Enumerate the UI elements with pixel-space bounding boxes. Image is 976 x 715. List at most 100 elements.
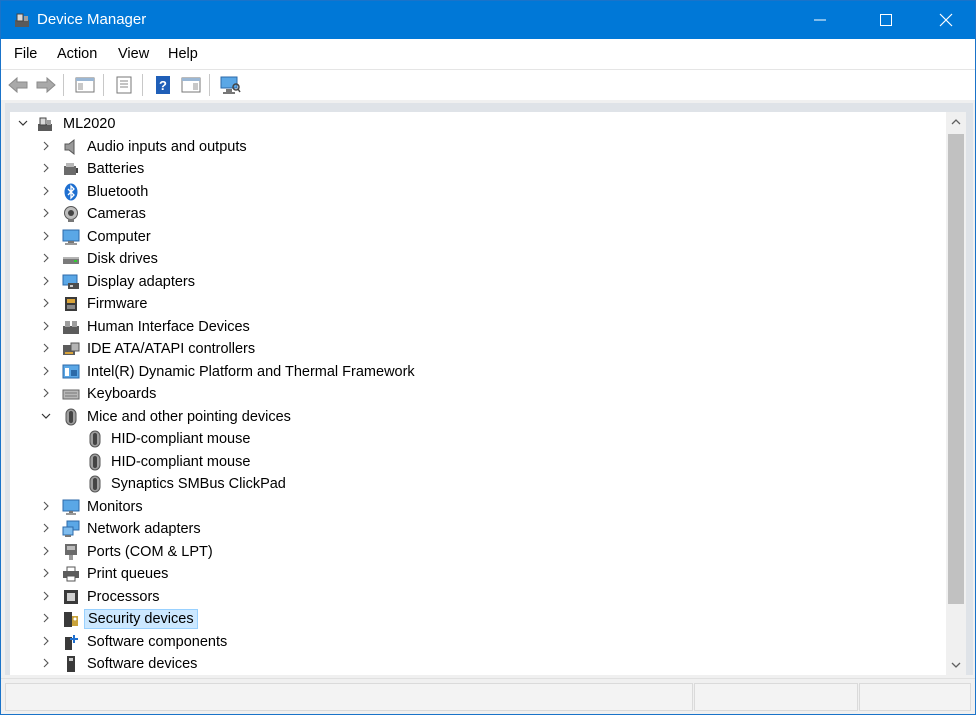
minimize-icon xyxy=(814,19,826,21)
menu-view[interactable]: View xyxy=(118,46,149,62)
chevron-right-icon[interactable] xyxy=(41,568,51,578)
chevron-right-icon[interactable] xyxy=(41,523,51,533)
minimize-button[interactable] xyxy=(797,1,843,39)
tree-item-label: Firmware xyxy=(87,296,148,312)
tree-item-ide-controllers[interactable]: IDE ATA/ATAPI controllers xyxy=(10,338,946,360)
tree-item-label: Cameras xyxy=(87,206,146,222)
menu-file[interactable]: File xyxy=(14,46,37,62)
tree-item-thermal-framework[interactable]: Intel(R) Dynamic Platform and Thermal Fr… xyxy=(10,361,946,383)
chevron-down-icon[interactable] xyxy=(41,411,51,421)
tree-item-firmware[interactable]: Firmware xyxy=(10,293,946,315)
scroll-down-icon[interactable] xyxy=(951,660,961,670)
tree-child-synaptics-clickpad[interactable]: Synaptics SMBus ClickPad xyxy=(10,473,946,495)
menu-help[interactable]: Help xyxy=(168,46,198,62)
tree-item-display-adapters[interactable]: Display adapters xyxy=(10,271,946,293)
toolbar-separator xyxy=(63,74,64,96)
tree-item-monitors[interactable]: Monitors xyxy=(10,496,946,518)
computer-root-icon xyxy=(38,117,52,131)
chevron-right-icon[interactable] xyxy=(41,163,51,173)
tree-root-label: ML2020 xyxy=(63,116,116,132)
tree-item-label: Print queues xyxy=(87,566,169,582)
tree-child-hid-mouse-1[interactable]: HID-compliant mouse xyxy=(10,428,946,450)
tree-item-batteries[interactable]: Batteries xyxy=(10,158,946,180)
chevron-right-icon[interactable] xyxy=(41,636,51,646)
properties-icon xyxy=(116,76,132,94)
tree-item-cameras[interactable]: Cameras xyxy=(10,203,946,225)
chevron-right-icon[interactable] xyxy=(41,276,51,286)
tree-item-hid[interactable]: Human Interface Devices xyxy=(10,316,946,338)
chevron-right-icon[interactable] xyxy=(41,613,51,623)
title-bar: Device Manager xyxy=(1,1,975,39)
action-pane-button[interactable] xyxy=(179,73,203,97)
help-button[interactable]: ? xyxy=(151,73,175,97)
tree-item-label: Mice and other pointing devices xyxy=(87,409,291,425)
close-button[interactable] xyxy=(923,1,969,39)
chevron-right-icon[interactable] xyxy=(41,591,51,601)
forward-button[interactable] xyxy=(34,73,58,97)
tree-item-software-devices[interactable]: Software devices xyxy=(10,653,946,675)
chevron-right-icon[interactable] xyxy=(41,658,51,668)
thermal-framework-icon xyxy=(62,364,80,379)
mouse-icon xyxy=(89,453,101,471)
status-cell-tertiary xyxy=(859,683,971,711)
tree-item-label: Computer xyxy=(87,229,151,245)
tree-item-print-queues[interactable]: Print queues xyxy=(10,563,946,585)
tree-child-hid-mouse-2[interactable]: HID-compliant mouse xyxy=(10,451,946,473)
toolbar: ? xyxy=(1,69,975,100)
status-bar xyxy=(1,678,975,714)
tree-item-label: Monitors xyxy=(87,499,143,515)
maximize-button[interactable] xyxy=(863,1,909,39)
chevron-down-icon[interactable] xyxy=(18,118,28,128)
tree-item-software-components[interactable]: Software components xyxy=(10,631,946,653)
chevron-right-icon[interactable] xyxy=(41,208,51,218)
tree-item-ports[interactable]: Ports (COM & LPT) xyxy=(10,541,946,563)
processor-icon xyxy=(64,590,78,604)
scan-hardware-button[interactable] xyxy=(218,73,242,97)
show-hide-console-tree-button[interactable] xyxy=(73,73,97,97)
vertical-scrollbar[interactable] xyxy=(946,112,966,675)
hid-icon xyxy=(63,321,79,334)
properties-button[interactable] xyxy=(112,73,136,97)
chevron-right-icon[interactable] xyxy=(41,321,51,331)
status-cell-secondary xyxy=(694,683,858,711)
tree-item-keyboards[interactable]: Keyboards xyxy=(10,383,946,405)
chevron-right-icon[interactable] xyxy=(41,253,51,263)
scroll-up-icon[interactable] xyxy=(951,117,961,127)
tree-item-label: Bluetooth xyxy=(87,184,149,200)
tree-item-processors[interactable]: Processors xyxy=(10,586,946,608)
chevron-right-icon[interactable] xyxy=(41,298,51,308)
chevron-right-icon[interactable] xyxy=(41,501,51,511)
tree-item-network-adapters[interactable]: Network adapters xyxy=(10,518,946,540)
back-icon xyxy=(8,76,28,94)
mouse-icon xyxy=(89,430,101,448)
chevron-right-icon[interactable] xyxy=(41,141,51,151)
maximize-icon xyxy=(880,14,892,26)
security-device-icon xyxy=(64,612,78,627)
camera-icon xyxy=(64,206,78,222)
chevron-right-icon[interactable] xyxy=(41,231,51,241)
tree-item-security-devices[interactable]: Security devices xyxy=(10,608,946,630)
chevron-right-icon[interactable] xyxy=(41,186,51,196)
chevron-right-icon[interactable] xyxy=(41,343,51,353)
tree-root[interactable]: ML2020 xyxy=(10,113,946,135)
tree-item-mice[interactable]: Mice and other pointing devices xyxy=(10,406,946,428)
software-device-icon xyxy=(67,656,75,672)
firmware-icon xyxy=(65,297,77,311)
device-manager-icon xyxy=(15,13,29,27)
device-tree[interactable]: ML2020 Audio inputs and outputs Batterie… xyxy=(10,112,946,675)
tree-child-label: HID-compliant mouse xyxy=(111,454,251,470)
tree-item-audio[interactable]: Audio inputs and outputs xyxy=(10,136,946,158)
menu-action[interactable]: Action xyxy=(57,46,97,62)
chevron-right-icon[interactable] xyxy=(41,546,51,556)
chevron-right-icon[interactable] xyxy=(41,388,51,398)
tree-item-computer[interactable]: Computer xyxy=(10,226,946,248)
tree-child-label: Synaptics SMBus ClickPad xyxy=(111,476,286,492)
toolbar-separator xyxy=(209,74,210,96)
tree-item-bluetooth[interactable]: Bluetooth xyxy=(10,181,946,203)
scrollbar-thumb[interactable] xyxy=(948,134,964,604)
chevron-right-icon[interactable] xyxy=(41,366,51,376)
back-button[interactable] xyxy=(6,73,30,97)
tree-item-label: Human Interface Devices xyxy=(87,319,250,335)
software-component-icon xyxy=(65,635,78,650)
tree-item-disk-drives[interactable]: Disk drives xyxy=(10,248,946,270)
